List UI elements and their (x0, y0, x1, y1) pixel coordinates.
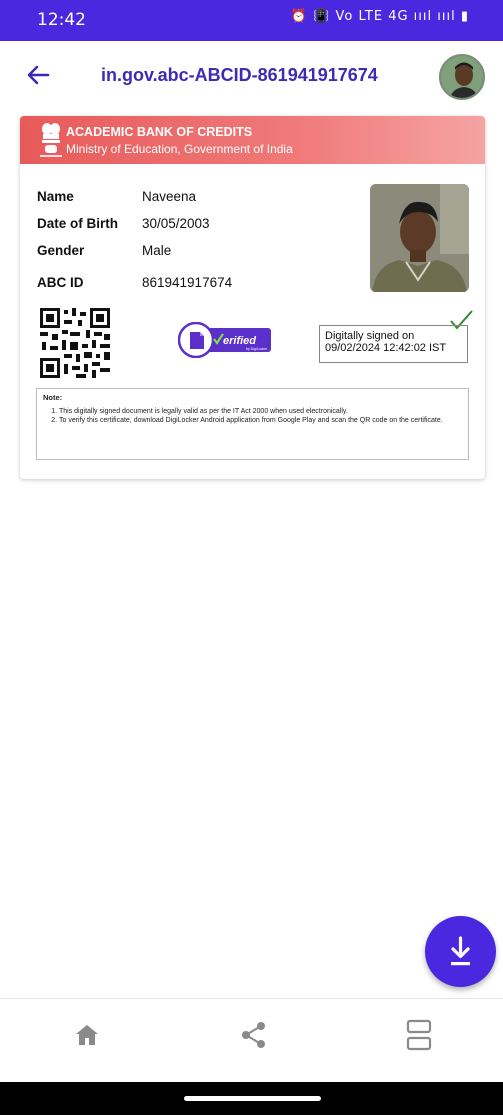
home-icon[interactable] (69, 1017, 105, 1053)
signed-line-2: 09/02/2024 12:42:02 IST (325, 342, 447, 354)
page-title: in.gov.abc-ABCID-861941917674 (101, 65, 378, 85)
field-label-gender: Gender (37, 243, 85, 258)
note-title: Note: (43, 393, 63, 402)
home-gesture-bar[interactable] (184, 1096, 321, 1101)
digital-signature-box: Digitally signed on 09/02/2024 12:42:02 … (319, 325, 468, 363)
abc-id-card: ACADEMIC BANK OF CREDITS Ministry of Edu… (20, 116, 485, 479)
share-icon[interactable] (236, 1017, 272, 1053)
note-list: This digitally signed document is legall… (43, 407, 462, 425)
back-arrow-icon[interactable] (24, 61, 52, 89)
field-value-gender: Male (142, 243, 172, 258)
status-indicators: ⏰ 📳 Vo LTE 4G ıııl ıııl ▮ (290, 9, 469, 24)
field-label-dob: Date of Birth (37, 216, 118, 231)
note-item: To verify this certificate, download Dig… (59, 416, 462, 425)
note-box: Note: This digitally signed document is … (36, 388, 469, 460)
verified-label: erified (223, 335, 256, 347)
status-time: 12:42 (37, 10, 86, 30)
card-header-title: ACADEMIC BANK OF CREDITS (66, 125, 253, 139)
verified-sub-label: by DigiLocker (246, 347, 268, 351)
qr-code (40, 308, 110, 378)
field-value-dob: 30/05/2003 (142, 216, 210, 231)
view-toggle-icon[interactable] (401, 1017, 437, 1053)
download-button[interactable] (425, 916, 496, 987)
field-label-name: Name (37, 189, 74, 204)
national-emblem-icon (40, 123, 62, 157)
avatar[interactable] (439, 54, 485, 100)
status-bar: 12:42 ⏰ 📳 Vo LTE 4G ıııl ıııl ▮ (0, 0, 503, 41)
card-header-subtitle: Ministry of Education, Government of Ind… (66, 142, 293, 156)
note-item: This digitally signed document is legall… (59, 407, 462, 416)
download-icon (451, 936, 470, 966)
field-value-name: Naveena (142, 189, 197, 204)
verified-badge: erified by DigiLocker (178, 322, 271, 358)
signed-line-1: Digitally signed on (325, 330, 415, 342)
card-header: ACADEMIC BANK OF CREDITS Ministry of Edu… (20, 116, 485, 164)
field-label-abc-id: ABC ID (37, 275, 84, 290)
app-bar: in.gov.abc-ABCID-861941917674 (0, 41, 503, 111)
field-value-abc-id: 861941917674 (142, 275, 233, 290)
bottom-nav (0, 998, 503, 1082)
profile-photo (370, 184, 469, 292)
system-nav-bar (0, 1082, 503, 1115)
